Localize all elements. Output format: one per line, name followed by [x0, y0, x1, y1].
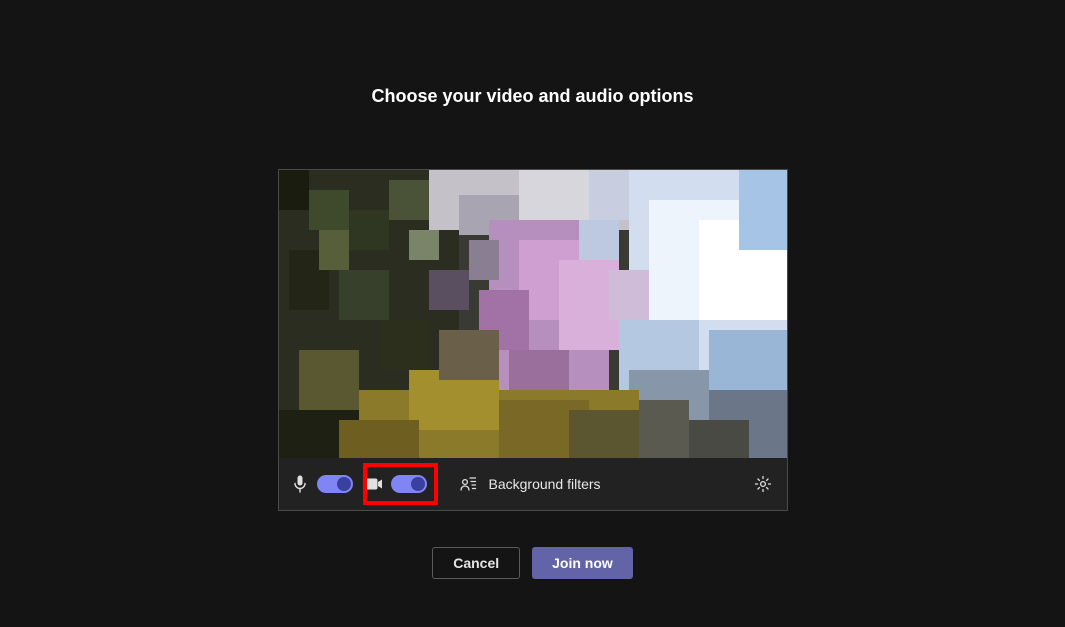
action-buttons: Cancel Join now [432, 547, 633, 579]
device-settings-button[interactable] [753, 474, 773, 494]
preview-panel: Background filters [278, 169, 788, 511]
cancel-button[interactable]: Cancel [432, 547, 520, 579]
join-now-button[interactable]: Join now [532, 547, 633, 579]
background-filters-button[interactable]: Background filters [459, 476, 601, 492]
mic-icon [293, 475, 307, 493]
camera-icon [365, 477, 383, 491]
av-toolbar: Background filters [279, 458, 787, 510]
page-title: Choose your video and audio options [371, 86, 693, 107]
camera-toggle-group [361, 473, 431, 495]
camera-toggle[interactable] [391, 475, 427, 493]
gear-icon [754, 475, 772, 493]
background-filters-label: Background filters [489, 476, 601, 492]
mic-toggle[interactable] [317, 475, 353, 493]
background-effects-icon [459, 476, 477, 492]
camera-preview [279, 170, 787, 458]
